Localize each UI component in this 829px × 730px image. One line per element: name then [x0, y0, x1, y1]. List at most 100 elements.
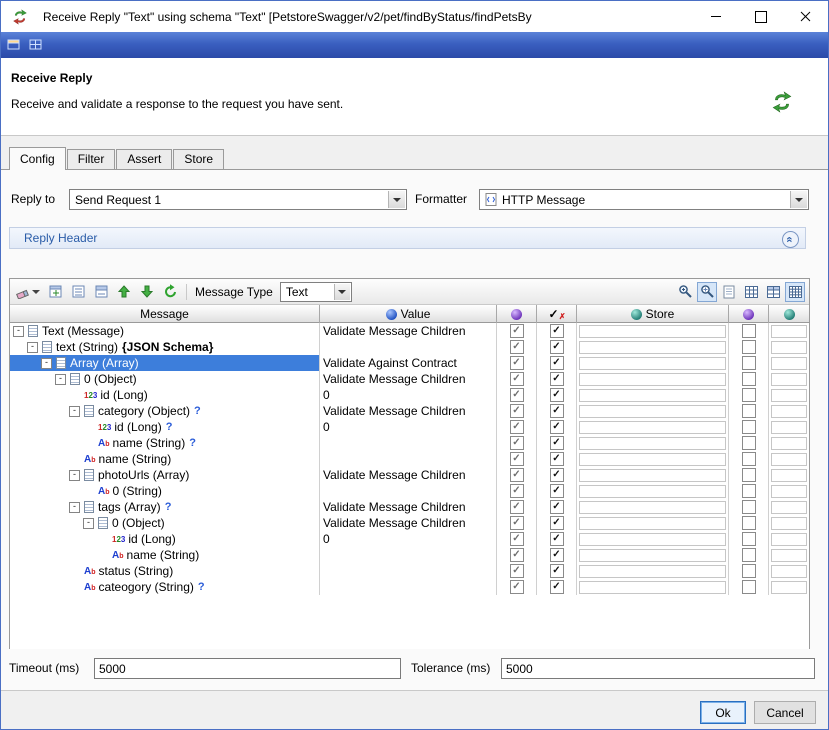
option-input[interactable] — [771, 453, 807, 466]
store-cell[interactable] — [577, 451, 729, 467]
option-checkbox[interactable] — [742, 532, 756, 546]
table-row-selected[interactable]: -Array (Array)Validate Against Contract✓… — [10, 355, 809, 371]
option-checkbox[interactable] — [742, 420, 756, 434]
table-row[interactable]: Abname (String) ✓ ✓ — [10, 451, 809, 467]
value-cell[interactable] — [320, 339, 497, 355]
check-checkbox[interactable]: ✓ — [550, 324, 564, 338]
store-cell[interactable] — [577, 355, 729, 371]
check-cell[interactable]: ✓ — [537, 579, 577, 595]
value-cell[interactable] — [320, 563, 497, 579]
option-cell-1[interactable] — [729, 563, 769, 579]
option-cell-2[interactable] — [769, 371, 809, 387]
store-cell[interactable] — [577, 563, 729, 579]
clear-button[interactable] — [14, 282, 42, 302]
value-cell[interactable] — [320, 547, 497, 563]
check-cell[interactable]: ✓ — [537, 323, 577, 339]
option-cell-1[interactable] — [729, 435, 769, 451]
validate-checkbox[interactable]: ✓ — [510, 356, 524, 370]
check-cell[interactable]: ✓ — [537, 435, 577, 451]
option-checkbox[interactable] — [742, 452, 756, 466]
message-cell[interactable]: Abcateogory (String)? — [10, 579, 320, 595]
option-input[interactable] — [771, 485, 807, 498]
table-row[interactable]: -tags (Array)?Validate Message Children✓… — [10, 499, 809, 515]
option-cell-1[interactable] — [729, 387, 769, 403]
option-cell-2[interactable] — [769, 323, 809, 339]
check-cell[interactable]: ✓ — [537, 387, 577, 403]
table-row[interactable]: -0 (Object)Validate Message Children✓✓ — [10, 515, 809, 531]
option-input[interactable] — [771, 405, 807, 418]
option-input[interactable] — [771, 421, 807, 434]
validate-checkbox[interactable]: ✓ — [510, 324, 524, 338]
check-cell[interactable]: ✓ — [537, 531, 577, 547]
check-checkbox[interactable]: ✓ — [550, 468, 564, 482]
check-cell[interactable]: ✓ — [537, 547, 577, 563]
check-checkbox[interactable]: ✓ — [550, 452, 564, 466]
option-cell-1[interactable] — [729, 371, 769, 387]
validate-checkbox[interactable]: ✓ — [510, 420, 524, 434]
close-button[interactable] — [783, 1, 828, 32]
store-cell[interactable] — [577, 387, 729, 403]
reply-header-section[interactable]: Reply Header » — [9, 227, 806, 249]
maximize-button[interactable] — [738, 1, 783, 32]
option-input[interactable] — [771, 501, 807, 514]
ok-button[interactable]: Ok — [700, 701, 746, 724]
table-row[interactable]: -0 (Object)Validate Message Children✓✓ — [10, 371, 809, 387]
tolerance-input[interactable] — [501, 658, 815, 679]
store-input[interactable] — [579, 405, 726, 418]
check-checkbox[interactable]: ✓ — [550, 516, 564, 530]
check-checkbox[interactable]: ✓ — [550, 372, 564, 386]
option-cell-2[interactable] — [769, 355, 809, 371]
option-checkbox[interactable] — [742, 500, 756, 514]
option-cell-2[interactable] — [769, 387, 809, 403]
option-cell-2[interactable] — [769, 483, 809, 499]
option-cell-1[interactable] — [729, 467, 769, 483]
store-input[interactable] — [579, 421, 726, 434]
validate-checkbox[interactable]: ✓ — [510, 372, 524, 386]
reply-to-select[interactable]: Send Request 1 — [69, 189, 407, 210]
validate-cell[interactable]: ✓ — [497, 547, 537, 563]
message-cell[interactable]: Abname (String) — [10, 451, 320, 467]
message-cell[interactable]: Abname (String)? — [10, 435, 320, 451]
zoom-selection-button[interactable] — [697, 282, 717, 302]
check-cell[interactable]: ✓ — [537, 515, 577, 531]
store-cell[interactable] — [577, 579, 729, 595]
check-cell[interactable]: ✓ — [537, 371, 577, 387]
option-checkbox[interactable] — [742, 404, 756, 418]
store-input[interactable] — [579, 373, 726, 386]
option-cell-1[interactable] — [729, 339, 769, 355]
store-cell[interactable] — [577, 371, 729, 387]
value-cell[interactable] — [320, 483, 497, 499]
message-cell[interactable]: -Text (Message) — [10, 323, 320, 339]
validate-cell[interactable]: ✓ — [497, 467, 537, 483]
check-checkbox[interactable]: ✓ — [550, 356, 564, 370]
validate-checkbox[interactable]: ✓ — [510, 548, 524, 562]
validate-cell[interactable]: ✓ — [497, 403, 537, 419]
validate-cell[interactable]: ✓ — [497, 451, 537, 467]
tree-collapse-toggle[interactable]: - — [69, 406, 80, 417]
tree-collapse-toggle[interactable]: - — [83, 518, 94, 529]
value-cell[interactable]: Validate Message Children — [320, 515, 497, 531]
validate-cell[interactable]: ✓ — [497, 387, 537, 403]
check-checkbox[interactable]: ✓ — [550, 420, 564, 434]
table-row[interactable]: Abname (String)?✓✓ — [10, 435, 809, 451]
validate-checkbox[interactable]: ✓ — [510, 388, 524, 402]
view-grid-2-button[interactable] — [763, 282, 783, 302]
validate-checkbox[interactable]: ✓ — [510, 404, 524, 418]
option-cell-2[interactable] — [769, 547, 809, 563]
message-cell[interactable]: -0 (Object) — [10, 371, 320, 387]
store-input[interactable] — [579, 581, 726, 594]
tree-collapse-toggle[interactable]: - — [55, 374, 66, 385]
table-row[interactable]: -category (Object)?Validate Message Chil… — [10, 403, 809, 419]
message-cell[interactable]: Abname (String) — [10, 547, 320, 563]
option-checkbox[interactable] — [742, 468, 756, 482]
value-cell[interactable] — [320, 579, 497, 595]
validate-checkbox[interactable]: ✓ — [510, 532, 524, 546]
check-checkbox[interactable]: ✓ — [550, 500, 564, 514]
cancel-button[interactable]: Cancel — [754, 701, 816, 724]
expand-all-button[interactable] — [68, 282, 88, 302]
check-checkbox[interactable]: ✓ — [550, 548, 564, 562]
option-cell-2[interactable] — [769, 435, 809, 451]
validate-cell[interactable]: ✓ — [497, 499, 537, 515]
message-cell[interactable]: 123id (Long) — [10, 387, 320, 403]
option-input[interactable] — [771, 565, 807, 578]
